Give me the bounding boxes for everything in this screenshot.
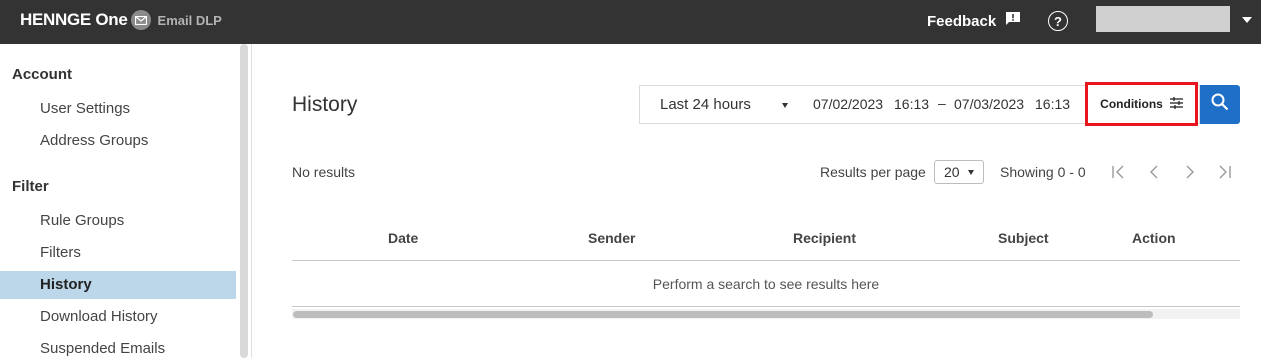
table-horizontal-scrollbar[interactable] — [293, 311, 1153, 318]
sidebar-item-history[interactable]: History — [0, 271, 236, 299]
column-header-subject[interactable]: Subject — [998, 230, 1049, 246]
showing-range: Showing 0 - 0 — [1000, 164, 1086, 180]
results-per-page-label: Results per page — [820, 164, 926, 180]
conditions-button[interactable]: Conditions — [1085, 82, 1198, 126]
sidebar-item-filters[interactable]: Filters — [0, 239, 236, 267]
top-bar: HENNGE One Email DLP Feedback ? — [0, 0, 1261, 44]
product-name: Email DLP — [157, 12, 222, 28]
caret-down-icon[interactable] — [1242, 17, 1252, 23]
from-date[interactable]: 07/02/2023 — [813, 96, 883, 112]
results-summary: No results — [292, 164, 356, 180]
next-page-icon[interactable] — [1181, 163, 1199, 181]
table-bottom-divider — [292, 306, 1240, 307]
to-time[interactable]: 16:13 — [1035, 96, 1070, 112]
sidebar-item-suspended-emails[interactable]: Suspended Emails — [0, 335, 236, 363]
column-header-action[interactable]: Action — [1132, 230, 1176, 246]
help-icon[interactable]: ? — [1048, 11, 1068, 31]
feedback-button[interactable]: Feedback — [927, 11, 1021, 31]
sliders-icon — [1169, 96, 1183, 112]
mail-logo-icon — [130, 10, 151, 30]
last-page-icon[interactable] — [1215, 163, 1233, 181]
table-header-divider — [292, 260, 1240, 261]
page-title: History — [292, 93, 358, 116]
column-header-sender[interactable]: Sender — [588, 230, 635, 246]
chevron-down-icon — [968, 170, 974, 175]
feedback-label: Feedback — [927, 12, 997, 30]
column-header-recipient[interactable]: Recipient — [793, 230, 856, 246]
brand[interactable]: HENNGE One Email DLP — [20, 10, 222, 30]
sidebar-scrollbar[interactable] — [240, 44, 248, 358]
chevron-down-icon[interactable] — [782, 103, 788, 108]
results-per-page-value: 20 — [944, 164, 960, 180]
sidebar-section-filter: Filter — [12, 178, 49, 195]
first-page-icon[interactable] — [1110, 163, 1128, 181]
date-separator: – — [938, 95, 946, 111]
help-glyph: ? — [1054, 13, 1062, 29]
column-header-date[interactable]: Date — [388, 230, 418, 246]
sidebar-section-account: Account — [12, 66, 72, 83]
sidebar-item-rule-groups[interactable]: Rule Groups — [0, 207, 236, 235]
prev-page-icon[interactable] — [1145, 163, 1163, 181]
empty-table-message: Perform a search to see results here — [652, 276, 880, 292]
range-select[interactable]: Last 24 hours — [660, 96, 751, 113]
sidebar-item-address-groups[interactable]: Address Groups — [0, 127, 236, 155]
user-account-box[interactable] — [1096, 6, 1230, 32]
search-button[interactable] — [1200, 85, 1240, 124]
search-icon — [1211, 93, 1229, 116]
sidebar-item-download-history[interactable]: Download History — [0, 303, 236, 331]
results-per-page-select[interactable]: 20 — [934, 160, 984, 184]
sidebar-item-user-settings[interactable]: User Settings — [0, 95, 236, 123]
feedback-icon — [1005, 11, 1021, 31]
conditions-label: Conditions — [1100, 97, 1163, 111]
from-time[interactable]: 16:13 — [894, 96, 929, 112]
brand-name: HENNGE One — [20, 10, 128, 29]
to-date[interactable]: 07/03/2023 — [954, 96, 1024, 112]
